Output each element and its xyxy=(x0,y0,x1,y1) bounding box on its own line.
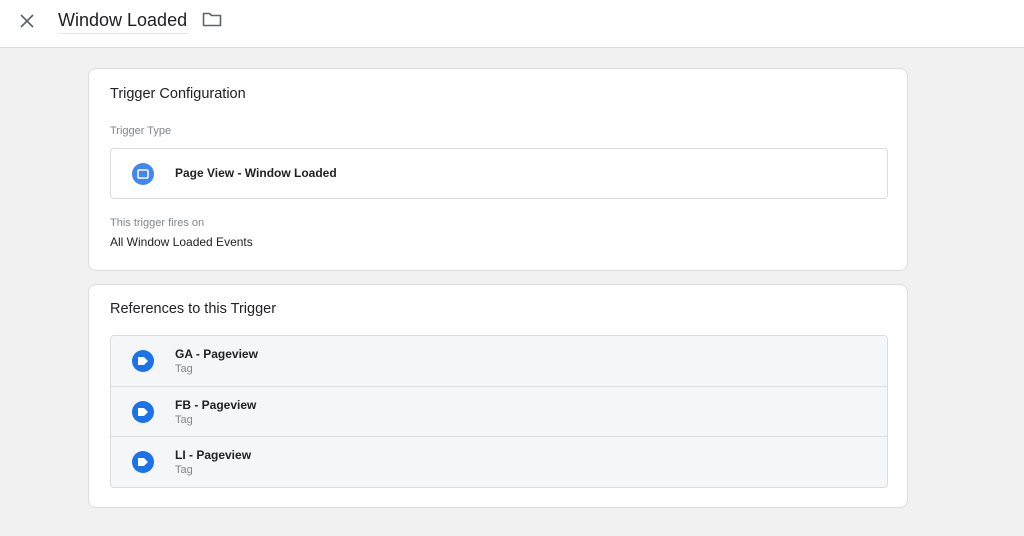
reference-type: Tag xyxy=(175,464,193,476)
fires-on-label: This trigger fires on xyxy=(110,217,205,229)
tag-icon xyxy=(132,451,154,473)
tag-icon xyxy=(132,400,154,423)
reference-type: Tag xyxy=(175,363,193,375)
references-list: GA - Pageview Tag FB - Pageview Tag LI -… xyxy=(110,335,888,488)
card-title: References to this Trigger xyxy=(110,301,277,317)
trigger-configuration-card: Trigger Configuration Trigger Type Page … xyxy=(88,68,908,271)
list-item[interactable]: LI - Pageview Tag xyxy=(111,437,887,487)
trigger-type-label: Trigger Type xyxy=(110,125,172,137)
references-card: References to this Trigger GA - Pageview… xyxy=(88,284,908,508)
list-item[interactable]: FB - Pageview Tag xyxy=(111,386,887,437)
card-title: Trigger Configuration xyxy=(110,86,246,102)
folder-icon[interactable] xyxy=(201,9,223,29)
trigger-type-name: Page View - Window Loaded xyxy=(175,166,337,180)
close-icon[interactable] xyxy=(15,9,39,33)
trigger-title[interactable]: Window Loaded xyxy=(58,8,190,34)
top-bar: Window Loaded xyxy=(0,0,1024,48)
trigger-type-selector[interactable]: Page View - Window Loaded xyxy=(110,148,888,199)
window-loaded-icon xyxy=(132,163,154,185)
fires-on-value: All Window Loaded Events xyxy=(110,235,253,249)
reference-name: LI - Pageview xyxy=(175,448,252,462)
reference-type: Tag xyxy=(175,413,193,426)
reference-name: FB - Pageview xyxy=(175,397,257,412)
reference-name: GA - Pageview xyxy=(175,347,258,361)
list-item[interactable]: GA - Pageview Tag xyxy=(111,336,887,387)
tag-icon xyxy=(132,350,154,372)
